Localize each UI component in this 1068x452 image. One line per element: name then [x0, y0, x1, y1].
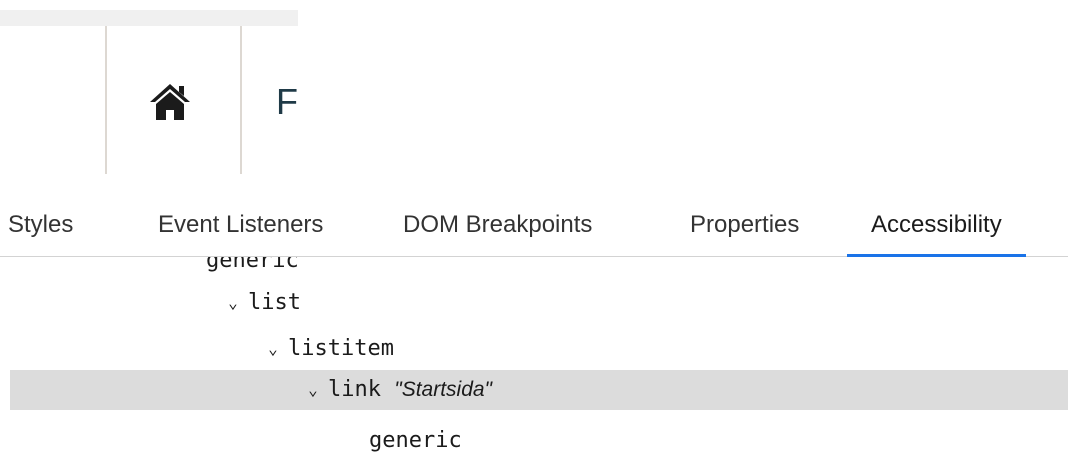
tab-properties[interactable]: Properties — [690, 193, 799, 257]
preview-heading: F — [276, 81, 298, 122]
tree-node-link[interactable]: ⌄ link "Startsida" — [10, 370, 1068, 410]
preview-divider — [105, 26, 107, 174]
tab-accessibility[interactable]: Accessibility — [847, 193, 1026, 257]
tab-styles[interactable]: Styles — [8, 193, 73, 257]
home-icon[interactable] — [148, 80, 192, 124]
tab-dom-breakpoints[interactable]: DOM Breakpoints — [403, 193, 592, 257]
chevron-down-icon[interactable]: ⌄ — [262, 329, 284, 369]
tree-node-role: list — [248, 290, 301, 315]
tree-node-role: listitem — [288, 336, 394, 361]
tree-node-list[interactable]: ⌄ list — [0, 283, 1068, 323]
tree-node-role: link — [328, 377, 381, 402]
devtools-tab-bar: Styles Event Listeners DOM Breakpoints P… — [0, 193, 1068, 257]
tree-node-generic[interactable]: generic — [0, 421, 1068, 452]
chevron-down-icon[interactable]: ⌄ — [302, 370, 324, 410]
tree-node-role: generic — [206, 257, 299, 273]
accessibility-tree: generic ⌄ list ⌄ listitem ⌄ link "Starts… — [0, 257, 1068, 452]
chevron-down-icon[interactable]: ⌄ — [222, 283, 244, 323]
page-preview: F — [0, 0, 1068, 193]
tree-node-listitem[interactable]: ⌄ listitem — [0, 329, 1068, 369]
tree-node-name: "Startsida" — [394, 378, 493, 401]
preview-top-bar — [0, 10, 298, 26]
preview-divider — [240, 26, 242, 174]
tree-node-role: generic — [369, 428, 462, 452]
tab-event-listeners[interactable]: Event Listeners — [158, 193, 323, 257]
tree-node-generic[interactable]: generic — [0, 257, 1068, 281]
